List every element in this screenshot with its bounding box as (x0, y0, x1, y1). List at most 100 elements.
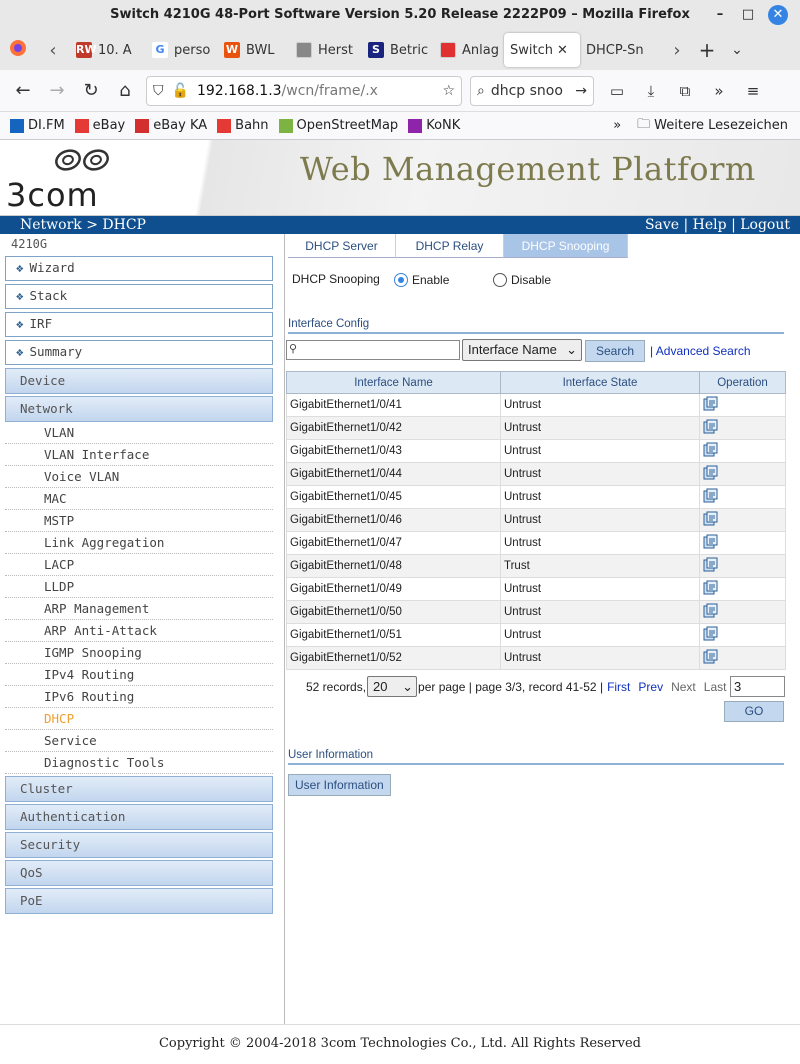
prev-page-link[interactable]: Prev (638, 680, 663, 694)
back-icon[interactable]: ← (6, 80, 40, 101)
bookmark-item[interactable]: Bahn (217, 118, 269, 133)
browser-tab[interactable]: Anlag (434, 33, 504, 67)
edit-icon[interactable] (703, 626, 719, 641)
edit-icon[interactable] (703, 488, 719, 503)
bookmark-item[interactable]: eBay KA (135, 118, 207, 133)
browser-tab[interactable]: Gperso (146, 33, 218, 67)
sidebar-item[interactable]: ❖ Summary (5, 340, 273, 365)
sidebar-subitem[interactable]: LACP (5, 554, 273, 576)
close-window-icon[interactable]: ✕ (768, 5, 788, 25)
hamburger-menu-icon[interactable]: ≡ (736, 82, 770, 100)
search-input[interactable]: ⚲ (286, 340, 460, 360)
edit-icon[interactable] (703, 465, 719, 480)
sidebar-subitem[interactable]: Diagnostic Tools (5, 752, 273, 774)
user-information-button[interactable]: User Information (288, 774, 391, 796)
sidebar-item[interactable]: ❖ Stack (5, 284, 273, 309)
sidebar-category[interactable]: Cluster (5, 776, 273, 802)
bookmark-item[interactable]: eBay (74, 118, 125, 133)
sidebar-category-network[interactable]: Network (5, 396, 273, 422)
reload-icon[interactable]: ↻ (74, 80, 108, 101)
sidebar-category[interactable]: Authentication (5, 804, 273, 830)
snooping-enable-radio[interactable]: Enable (394, 273, 449, 287)
sidebar-subitem[interactable]: MSTP (5, 510, 273, 532)
sidebar-subitem[interactable]: VLAN (5, 422, 273, 444)
sidebar-category[interactable]: Security (5, 832, 273, 858)
sidebar-subitem[interactable]: ARP Management (5, 598, 273, 620)
sidebar-category[interactable]: QoS (5, 860, 273, 886)
bookmark-item[interactable]: KoNK (408, 118, 460, 133)
sidebar-subitem[interactable]: Voice VLAN (5, 466, 273, 488)
sidebar-subitem[interactable]: ARP Anti-Attack (5, 620, 273, 642)
go-button[interactable]: GO (724, 701, 784, 722)
search-go-icon[interactable]: → (575, 83, 587, 99)
close-tab-icon[interactable]: ✕ (557, 43, 568, 58)
home-icon[interactable]: ⌂ (108, 80, 142, 101)
header-links[interactable]: Save | Help | Logout (645, 216, 790, 235)
browser-tab[interactable]: S Betric (362, 33, 434, 67)
sidebar-subitem[interactable]: VLAN Interface (5, 444, 273, 466)
downloads-icon[interactable]: ⤓ (634, 82, 668, 100)
sidebar-category-device[interactable]: Device (5, 368, 273, 394)
radio-checked-icon[interactable] (394, 273, 408, 287)
edit-icon[interactable] (703, 603, 719, 618)
tab-dhcp-relay[interactable]: DHCP Relay (396, 234, 504, 258)
snooping-disable-radio[interactable]: Disable (493, 273, 551, 287)
col-interface-state[interactable]: Interface State (500, 371, 700, 394)
overflow-icon[interactable]: » (702, 82, 736, 100)
sidebar-subitem[interactable]: IPv6 Routing (5, 686, 273, 708)
per-page-select[interactable]: 20 ⌄ (367, 676, 418, 697)
sidebar-subitem[interactable]: Link Aggregation (5, 532, 273, 554)
first-page-link[interactable]: First (607, 680, 630, 694)
sidebar-subitem[interactable]: Service (5, 730, 273, 752)
shield-icon[interactable]: ⛉ (153, 83, 164, 99)
url-bar[interactable]: ⛉ 🔓 192.168.1.3 /wcn/frame/.x ☆ (146, 75, 462, 106)
edit-icon[interactable] (703, 557, 719, 572)
advanced-search-label[interactable]: Advanced Search (656, 344, 751, 358)
bookmarks-overflow-icon[interactable]: » (613, 118, 621, 133)
col-interface-name[interactable]: Interface Name (286, 371, 501, 394)
maximize-icon[interactable]: □ (738, 5, 758, 25)
edit-icon[interactable] (703, 396, 719, 411)
minimize-icon[interactable]: – (710, 5, 730, 25)
edit-icon[interactable] (703, 442, 719, 457)
browser-tab[interactable]: Switch ✕ (504, 33, 580, 67)
page-number-input[interactable]: 3 (730, 676, 785, 697)
insecure-lock-icon[interactable]: 🔓 (172, 83, 189, 99)
reader-view-icon[interactable]: ▭ (600, 82, 634, 100)
extensions-icon[interactable]: ⧉ (668, 82, 702, 100)
tab-dhcp-server[interactable]: DHCP Server (288, 234, 396, 258)
search-bar[interactable]: ⌕ dhcp snoo → (470, 75, 594, 106)
field-select[interactable]: Interface Name ⌄ (462, 339, 582, 361)
new-tab-icon[interactable]: + (692, 38, 722, 62)
sidebar-subitem[interactable]: LLDP (5, 576, 273, 598)
sidebar-subitem[interactable]: MAC (5, 488, 273, 510)
tabs-scroll-right-icon[interactable]: › (662, 40, 692, 61)
radio-unchecked-icon[interactable] (493, 273, 507, 287)
list-tabs-icon[interactable]: ⌄ (722, 42, 752, 58)
bookmark-item[interactable]: OpenStreetMap (278, 118, 398, 133)
browser-tab[interactable]: W BWL (218, 33, 290, 67)
edit-icon[interactable] (703, 419, 719, 434)
edit-icon[interactable] (703, 511, 719, 526)
edit-icon[interactable] (703, 534, 719, 549)
browser-tab[interactable]: Herst (290, 33, 362, 67)
sidebar-subitem[interactable]: IPv4 Routing (5, 664, 273, 686)
search-button[interactable]: Search (585, 340, 645, 362)
other-bookmarks[interactable]: 🗀 Weitere Lesezeichen (637, 115, 788, 137)
edit-icon[interactable] (703, 580, 719, 595)
advanced-search-link[interactable]: | Advanced Search (650, 344, 751, 358)
sidebar-item[interactable]: ❖ Wizard (5, 256, 273, 281)
bookmark-star-icon[interactable]: ☆ (442, 83, 455, 99)
sidebar-subitem[interactable]: DHCP (5, 708, 273, 730)
sidebar-item[interactable]: ❖ IRF (5, 312, 273, 337)
forward-icon[interactable]: → (40, 80, 74, 101)
browser-tab[interactable]: DHCP-Sn (580, 33, 662, 67)
sidebar-category[interactable]: PoE (5, 888, 273, 914)
sidebar-subitem[interactable]: IGMP Snooping (5, 642, 273, 664)
tab-dhcp-snooping[interactable]: DHCP Snooping (504, 234, 628, 258)
bookmark-item[interactable]: DI.FM (10, 118, 65, 133)
tabs-scroll-left-icon[interactable]: ‹ (36, 40, 70, 61)
browser-tab[interactable]: RW 10. A (70, 33, 146, 67)
firefox-menu-icon[interactable] (0, 39, 36, 61)
edit-icon[interactable] (703, 649, 719, 664)
